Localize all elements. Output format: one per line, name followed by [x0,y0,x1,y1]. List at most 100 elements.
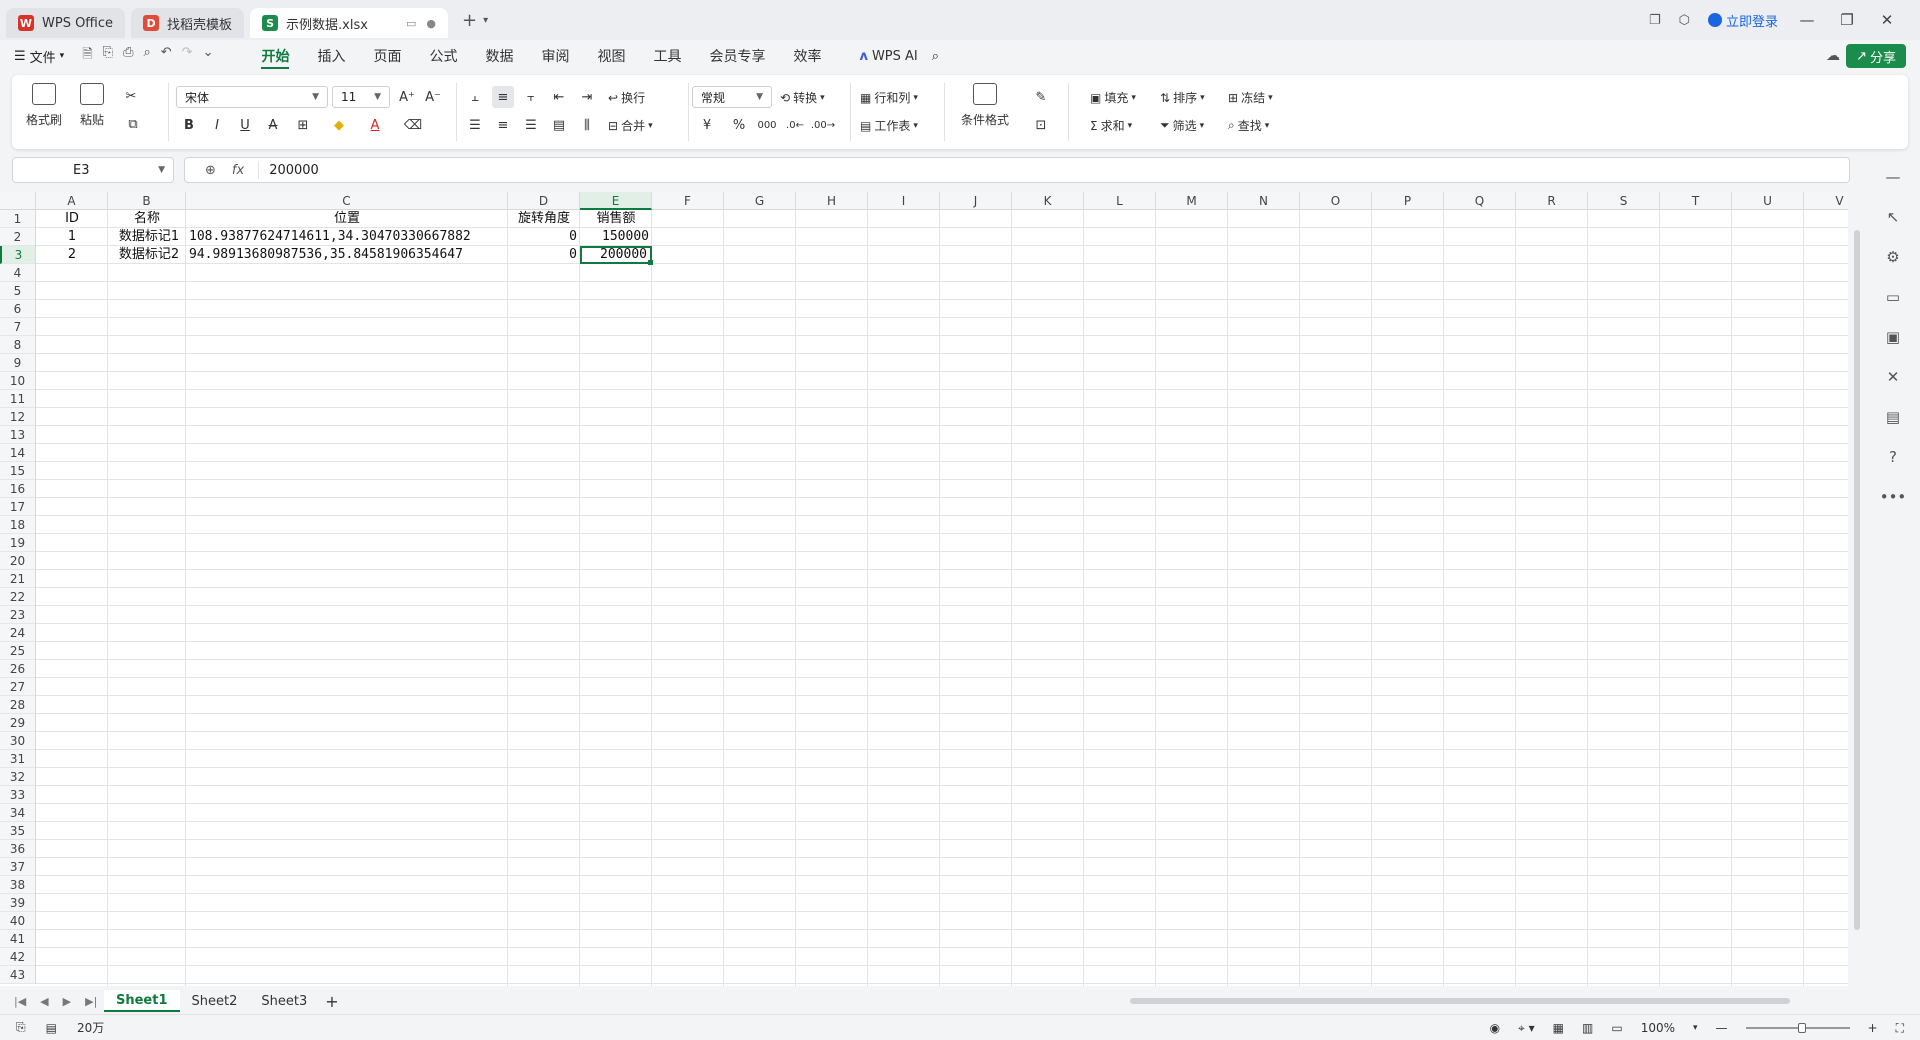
column-header-m[interactable]: M [1156,192,1228,210]
row-header[interactable]: 33 [0,786,35,804]
header-cell[interactable]: ID [36,210,108,228]
window-layout-icon[interactable]: ❐ [1649,13,1661,28]
column-header-q[interactable]: Q [1444,192,1516,210]
cell-area[interactable]: ID 名称 位置 旋转角度 销售额 1 数据标记1 108.93877624714611,34… [36,210,1848,986]
menu-tab-formulas[interactable]: 公式 [429,40,457,72]
stats-icon[interactable]: ▤ [46,1021,57,1035]
strikethrough-button[interactable]: A [262,114,284,136]
add-sheet-button[interactable]: + [325,992,338,1011]
next-sheet-icon[interactable]: ▶ [63,995,71,1008]
tools-icon[interactable]: ✕ [1887,368,1900,386]
column-header-d[interactable]: D [508,192,580,210]
chevron-down-icon[interactable]: ▾ [1693,1023,1698,1033]
align-center-icon[interactable]: ≡ [492,114,514,136]
unsaved-dot-icon[interactable]: ● [426,17,436,30]
zoom-slider[interactable] [1745,1023,1850,1033]
column-header-b[interactable]: B [108,192,186,210]
collapse-icon[interactable]: — [1886,168,1901,186]
row-header[interactable]: 40 [0,912,35,930]
data-cell[interactable]: 1 [36,228,108,246]
macro-icon[interactable]: ⎘ [16,1020,26,1035]
row-header[interactable]: 2 [0,228,35,246]
row-header[interactable]: 21 [0,570,35,588]
data-cell[interactable]: 108.93877624714611,34.30470330667882 [186,228,508,246]
row-header[interactable]: 28 [0,696,35,714]
increase-font-icon[interactable]: A⁺ [396,86,418,108]
header-cell[interactable]: 销售额 [580,210,652,228]
vertical-scrollbar[interactable] [1852,210,1862,986]
column-header-t[interactable]: T [1660,192,1732,210]
fill-button[interactable]: ▣ 填充 ▾ [1090,89,1136,106]
row-header[interactable]: 36 [0,840,35,858]
login-button[interactable]: 立即登录 [1707,11,1778,30]
row-header[interactable]: 15 [0,462,35,480]
location-icon[interactable]: ⌖ ▾ [1518,1021,1535,1036]
sort-button[interactable]: ⇅ 排序 ▾ [1160,89,1205,106]
row-header[interactable]: 4 [0,264,35,282]
prev-sheet-icon[interactable]: ◀ [40,995,48,1008]
row-header[interactable]: 31 [0,750,35,768]
column-header-e[interactable]: E [580,192,652,210]
increase-decimal-icon[interactable]: .0← [784,114,806,136]
row-header[interactable]: 17 [0,498,35,516]
underline-button[interactable]: U [234,114,256,136]
row-header[interactable]: 1 [0,210,35,228]
scroll-thumb[interactable] [1130,998,1790,1004]
data-cell[interactable]: 0 [508,246,580,264]
row-header[interactable]: 37 [0,858,35,876]
undo-icon[interactable]: ↶ [161,45,172,67]
row-header[interactable]: 41 [0,930,35,948]
zoom-slider-knob[interactable] [1797,1023,1806,1033]
decrease-indent-icon[interactable]: ⇤ [548,86,570,108]
menu-tab-review[interactable]: 审阅 [541,40,569,72]
sheet-tab-sheet1[interactable]: Sheet1 [104,990,180,1012]
border-icon[interactable]: ⊞ [292,114,314,136]
align-left-icon[interactable]: ☰ [464,114,486,136]
fx-icon[interactable]: fx [232,163,244,178]
row-header[interactable]: 6 [0,300,35,318]
column-header-i[interactable]: I [868,192,940,210]
menu-tab-efficiency[interactable]: 效率 [793,40,821,72]
page-break-icon[interactable]: ▭ [1611,1021,1622,1035]
row-header[interactable]: 24 [0,624,35,642]
row-header[interactable]: 42 [0,948,35,966]
column-header-j[interactable]: J [940,192,1012,210]
chevron-down-icon[interactable]: ⌄ [203,45,214,67]
format-painter-button[interactable]: 格式刷 [26,83,62,128]
tab-spreadsheet[interactable]: S 示例数据.xlsx ▭ ● [250,8,448,38]
header-cell[interactable]: 旋转角度 [508,210,580,228]
name-box[interactable]: E3 ▼ [12,157,174,183]
fullscreen-icon[interactable]: ⛶ [1896,1021,1904,1036]
sum-button[interactable]: Σ 求和 ▾ [1090,117,1132,134]
menu-tab-member[interactable]: 会员专享 [709,40,765,72]
row-header[interactable]: 14 [0,444,35,462]
print-preview-icon[interactable]: ⌕ [143,45,150,67]
more-icon[interactable]: ••• [1880,488,1907,506]
column-header-s[interactable]: S [1588,192,1660,210]
new-tab-button[interactable]: + ▾ [462,10,488,31]
convert-button[interactable]: ⟲ 转换 ▾ [780,89,825,106]
currency-button[interactable]: ¥ [696,114,718,136]
column-header-o[interactable]: O [1300,192,1372,210]
row-header[interactable]: 39 [0,894,35,912]
row-header[interactable]: 8 [0,336,35,354]
wrap-text-button[interactable]: ↩ 换行 [608,89,645,106]
column-header-u[interactable]: U [1732,192,1804,210]
column-header-p[interactable]: P [1372,192,1444,210]
active-cell[interactable]: 200000 [580,246,652,264]
align-middle-icon[interactable]: ≡ [492,86,514,108]
row-header[interactable]: 3 [0,246,35,264]
rows-cols-button[interactable]: ▦ 行和列 ▾ [860,89,918,106]
first-sheet-icon[interactable]: |◀ [14,995,26,1008]
row-header[interactable]: 10 [0,372,35,390]
row-header[interactable]: 7 [0,318,35,336]
thousands-icon[interactable]: 000 [756,114,778,136]
row-header[interactable]: 13 [0,426,35,444]
merge-button[interactable]: ⊟ 合并 ▾ [608,117,653,134]
header-cell[interactable]: 位置 [186,210,508,228]
column-header-l[interactable]: L [1084,192,1156,210]
font-color-icon[interactable]: A [364,114,386,136]
sheet-tab-sheet2[interactable]: Sheet2 [180,990,250,1012]
font-name-select[interactable]: 宋体 ▼ [176,86,328,108]
row-header[interactable]: 43 [0,966,35,984]
